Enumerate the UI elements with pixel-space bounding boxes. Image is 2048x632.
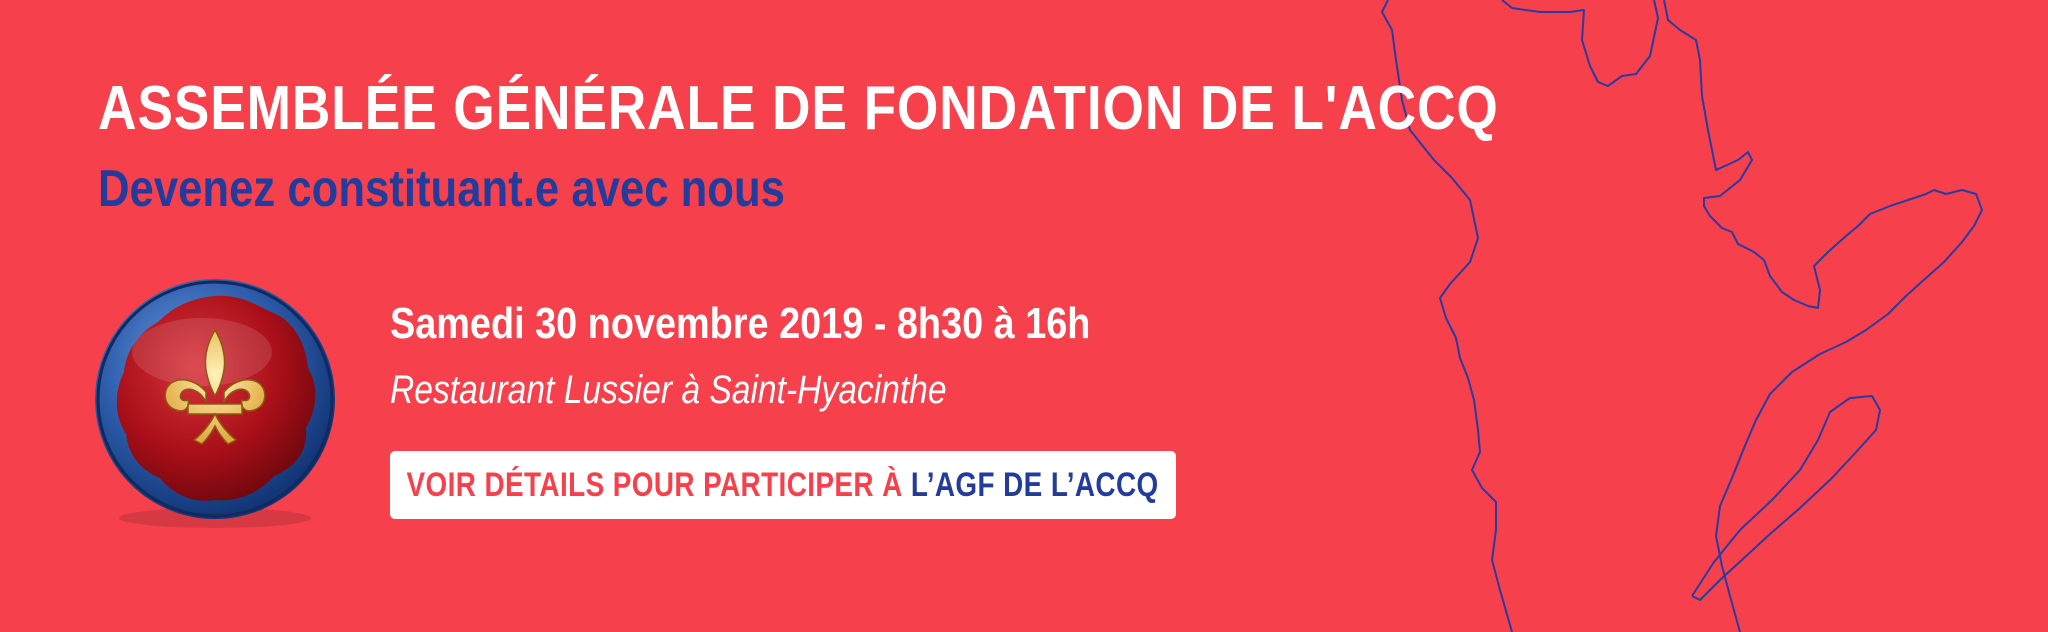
cta-label-part2: L’AGF DE L’ACCQ	[911, 465, 1160, 504]
participate-details-button[interactable]: VOIR DÉTAILS POUR PARTICIPER À L’AGF DE …	[390, 451, 1176, 519]
event-title: ASSEMBLÉE GÉNÉRALE DE FONDATION DE L'ACC…	[98, 74, 1499, 143]
cta-label: VOIR DÉTAILS POUR PARTICIPER À L’AGF DE …	[407, 466, 1159, 505]
event-subtitle: Devenez constituant.e avec nous	[98, 160, 785, 218]
cta-label-part1: VOIR DÉTAILS POUR PARTICIPER À	[406, 465, 904, 504]
fleur-de-lis-seal-icon	[84, 272, 346, 534]
event-venue: Restaurant Lussier à Saint-Hyacinthe	[390, 368, 947, 412]
event-banner: ASSEMBLÉE GÉNÉRALE DE FONDATION DE L'ACC…	[0, 0, 2048, 632]
event-date: Samedi 30 novembre 2019 - 8h30 à 16h	[390, 299, 1091, 348]
